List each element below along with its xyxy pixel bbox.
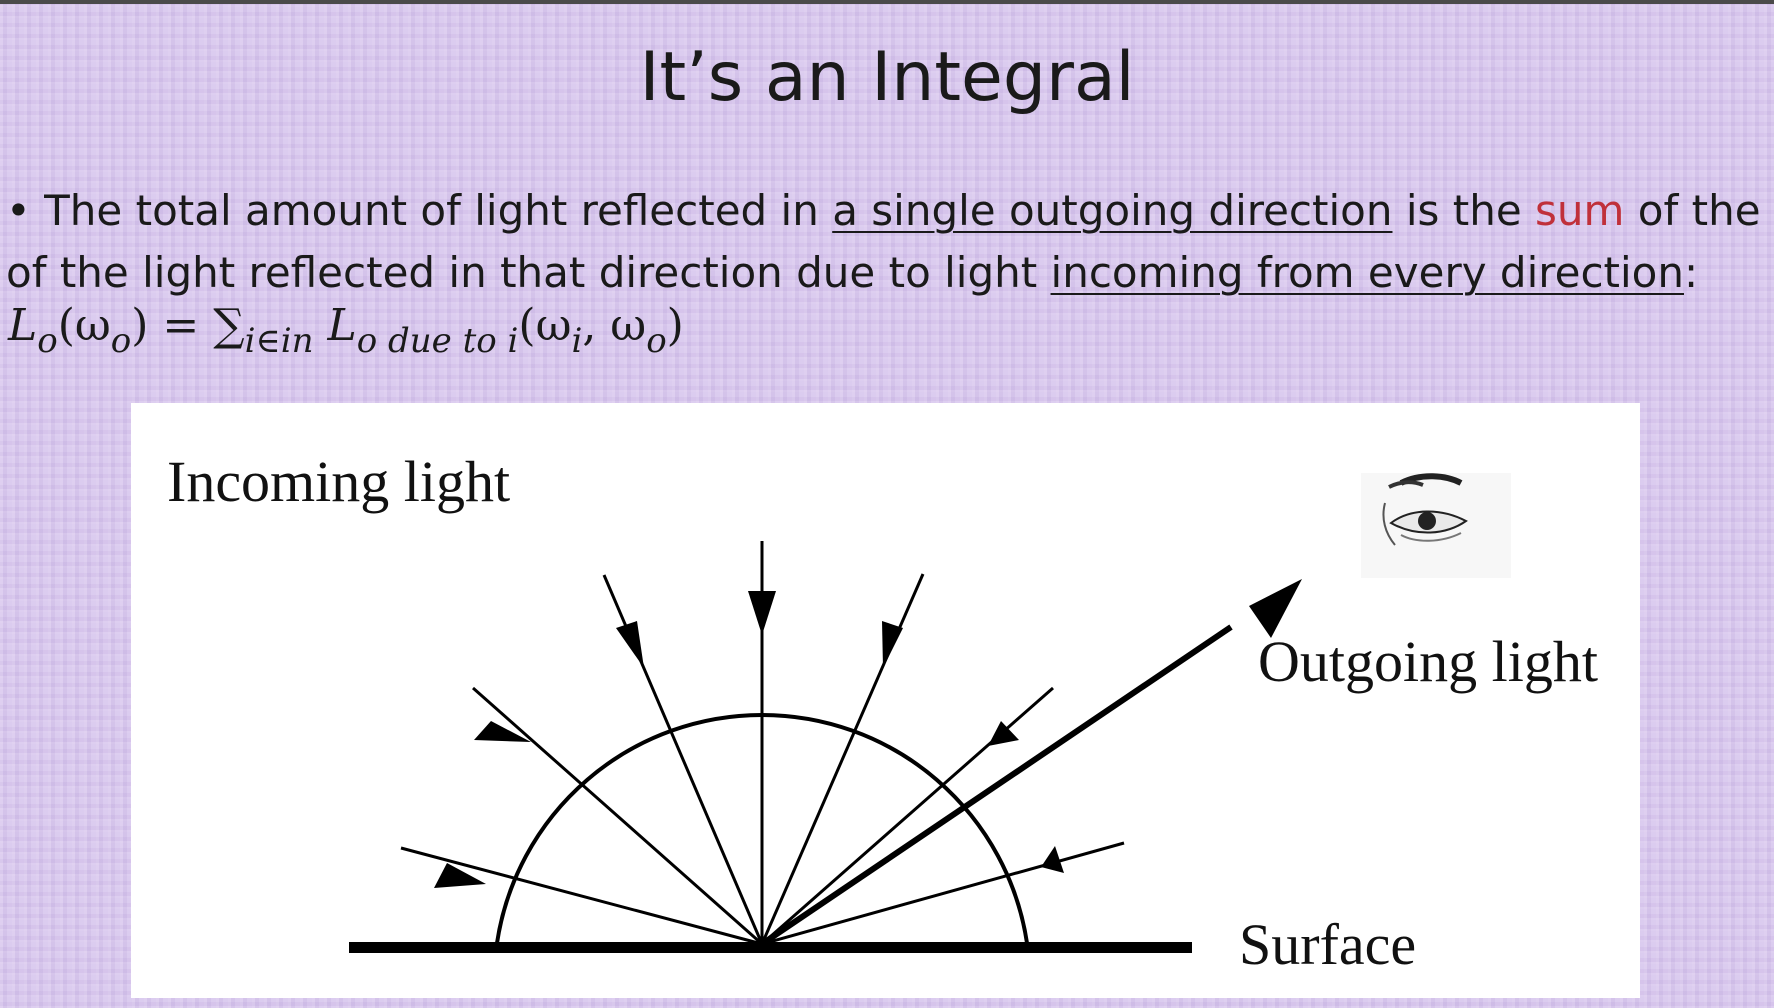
outgoing-light-label: Outgoing light xyxy=(1258,629,1598,694)
incoming-ray-7 xyxy=(761,841,1125,946)
formula-lhs-arg: (ω xyxy=(57,300,111,351)
bullet-text-1: The total amount of light reflected in xyxy=(44,186,833,235)
surface-label: Surface xyxy=(1239,912,1417,977)
formula-lhs: L xyxy=(8,300,38,351)
formula-equals: = xyxy=(148,300,214,351)
formula-lhs-sub: o xyxy=(37,321,58,361)
incoming-ray-6 xyxy=(761,686,1054,946)
reflection-diagram: Incoming light Outgoing light Surface xyxy=(131,403,1640,998)
formula-rhs-arg1-sub: i xyxy=(571,321,583,361)
formula-rhs-comma: , ω xyxy=(582,300,647,351)
formula-rhs-sub: o due to i xyxy=(356,321,519,361)
bullet-text-2: is the xyxy=(1392,186,1536,235)
slide-title: It’s an Integral xyxy=(639,38,1135,117)
formula-rhs: L xyxy=(313,300,357,351)
formula-lhs-close: ) xyxy=(131,300,149,351)
incoming-arrowheads xyxy=(434,591,1064,888)
incoming-arrowhead-5 xyxy=(882,621,903,668)
formula-rhs-arg1: (ω xyxy=(518,300,572,351)
incoming-arrowhead-6 xyxy=(988,721,1019,746)
formula-rhs-close: ) xyxy=(666,300,684,351)
rendering-formula: Lo(ωo) = ∑i∈in Lo due to i(ωi, ωo) xyxy=(8,300,684,361)
formula-sum-sub: i∈in xyxy=(244,321,314,361)
bullet-text-4: : xyxy=(1684,248,1699,297)
window-top-border xyxy=(0,0,1774,4)
formula-lhs-arg-sub: o xyxy=(110,321,132,361)
formula-rhs-arg2-sub: o xyxy=(646,321,667,361)
highlight-sum: sum xyxy=(1535,186,1625,235)
incoming-light-label: Incoming light xyxy=(167,449,511,514)
surface-line xyxy=(349,942,1192,953)
bullet-paragraph: • The total amount of light reflected in… xyxy=(6,180,1766,304)
underlined-phrase-outgoing: a single outgoing direction xyxy=(832,186,1393,235)
underlined-phrase-incoming: incoming from every direction xyxy=(1050,248,1684,297)
incoming-arrowhead-1 xyxy=(434,863,486,888)
formula-sum-symbol: ∑ xyxy=(213,300,245,351)
incoming-arrowhead-3 xyxy=(616,621,644,668)
incoming-arrowhead-4 xyxy=(748,591,776,635)
eye-icon xyxy=(1361,473,1511,578)
bullet-marker: • xyxy=(6,186,31,235)
